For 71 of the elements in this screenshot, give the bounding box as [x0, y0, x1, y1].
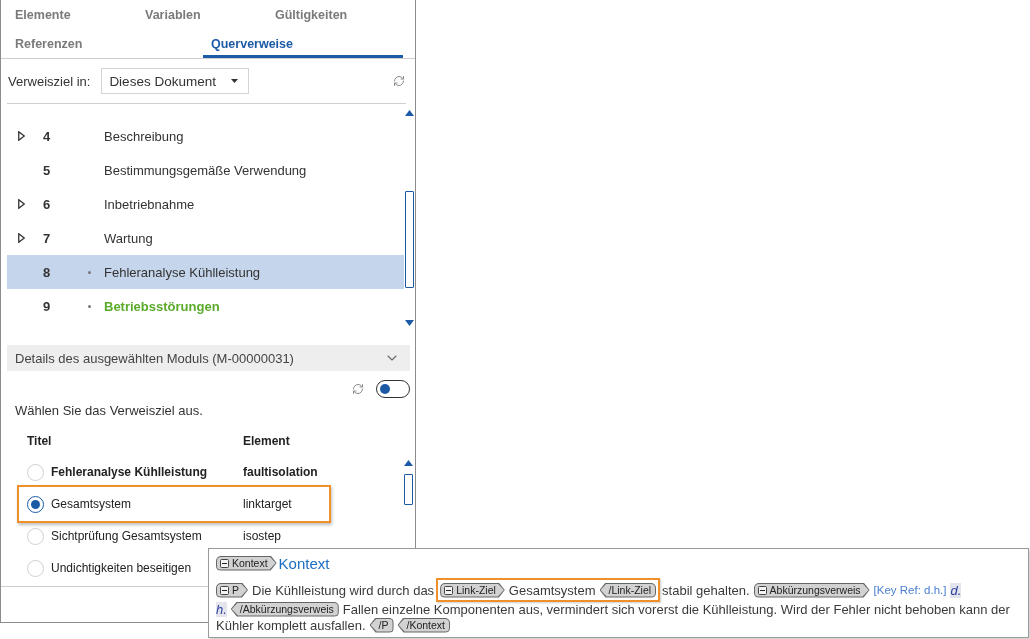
abbreviation-text: d. [950, 582, 962, 598]
refresh-icon[interactable] [352, 383, 364, 395]
table-cell: Fehleranalyse Kühlleistung [51, 465, 208, 479]
scrollbar-thumb[interactable] [403, 474, 413, 505]
details-header[interactable]: Details des ausgewählten Moduls (M-00000031) [7, 345, 410, 371]
abbreviation-text: h. [216, 601, 227, 617]
tree-item[interactable]: 8 Fehleranalyse Kühlleistung [7, 255, 404, 289]
end-tag[interactable]: /Link-Ziel [599, 582, 657, 598]
table-cell: Undichtigkeiten beseitigen [51, 561, 192, 575]
tab[interactable]: Gültigkeiten [267, 0, 397, 29]
start-tag[interactable]: P [216, 582, 248, 598]
details-title: Details des ausgewählten Moduls (M-00000031) [15, 350, 294, 366]
chapter-number: 8 [43, 264, 52, 280]
tab[interactable]: Elemente [7, 0, 137, 29]
tab[interactable]: Querverweise [203, 29, 403, 58]
caret-icon [231, 79, 239, 83]
instruction-text: Wählen Sie das Verweisziel aus. [15, 403, 203, 418]
chapter-title: Betriebsstörungen [104, 298, 220, 314]
collapse-icon[interactable] [220, 585, 229, 595]
collapse-icon[interactable] [757, 585, 767, 595]
chapter-number: 9 [43, 298, 52, 314]
tree-item[interactable]: 4 Beschreibung [7, 119, 404, 153]
scroll-down-icon[interactable] [405, 320, 414, 326]
chapter-title: Beschreibung [104, 128, 184, 144]
expand-arrow-icon[interactable] [18, 233, 25, 243]
tree-item[interactable]: 6 Inbetriebnahme [7, 187, 404, 221]
chapter-title: Fehleranalyse Kühlleistung [104, 264, 261, 280]
scroll-up-icon[interactable] [403, 460, 413, 466]
tab[interactable]: Variablen [137, 0, 267, 29]
chapter-title: Inbetriebnahme [104, 196, 195, 212]
expand-arrow-icon[interactable] [18, 131, 25, 141]
start-tag[interactable]: Link-Ziel [440, 582, 505, 598]
field-label: Verweisziel in: [8, 73, 91, 89]
radio-button[interactable] [27, 495, 44, 513]
end-tag[interactable]: /P [369, 617, 394, 633]
paragraph-text: stabil gehalten. [662, 582, 750, 598]
tree-item[interactable]: 5 Bestimmungsgemäße Verwendung [7, 153, 404, 187]
start-tag[interactable]: Kontext [216, 555, 277, 571]
scrollbar-thumb[interactable] [405, 191, 414, 288]
table-cell: isostep [243, 529, 282, 543]
column-header: Titel [27, 433, 52, 448]
paragraph-text: Kühler komplett ausfallen. [216, 617, 366, 633]
table-cell: Sichtprüfung Gesamtsystem [51, 529, 202, 543]
chapter-number: 4 [43, 128, 52, 144]
paragraph-text: Fallen einzelne Komponenten aus, vermindert sich vorerst die Kühlleistung. Wird der Fehler nicht behoben kann der [342, 601, 1010, 617]
target-dropdown[interactable]: Dieses Dokument [101, 68, 250, 94]
toggle-switch[interactable] [376, 380, 410, 398]
expand-arrow-icon[interactable] [18, 199, 25, 209]
tab[interactable]: Referenzen [7, 29, 203, 58]
chapter-number: 5 [43, 162, 52, 178]
table-cell: linktarget [243, 497, 292, 511]
chapter-title: Wartung [104, 230, 153, 246]
end-tag[interactable]: /Abkürzungsverweis [230, 601, 339, 617]
start-tag[interactable]: Abkürzungsverweis [753, 582, 870, 598]
scroll-up-icon[interactable] [405, 110, 414, 116]
chapter-title: Bestimmungsgemäße Verwendung [104, 162, 307, 178]
chapter-number: 6 [43, 196, 52, 212]
collapse-icon[interactable] [444, 585, 454, 595]
column-header: Element [243, 433, 290, 448]
tree-item[interactable]: 7 Wartung [7, 221, 404, 255]
paragraph-text: Die Kühlleistung wird durch das [252, 582, 435, 598]
collapse-icon[interactable] [220, 558, 229, 568]
tree-item[interactable]: 9 Betriebsstörungen [7, 289, 404, 323]
chapter-number: 7 [43, 230, 52, 246]
end-tag[interactable]: /Kontext [397, 617, 451, 633]
refresh-icon[interactable] [393, 75, 405, 87]
table-cell: Gesamtsystem [51, 497, 131, 511]
section-heading: Kontext [278, 554, 330, 572]
paragraph-text: Gesamtsystem [508, 582, 596, 598]
table-cell: faultisolation [243, 465, 318, 479]
key-reference: [Key Ref: d.h.] [873, 584, 947, 596]
